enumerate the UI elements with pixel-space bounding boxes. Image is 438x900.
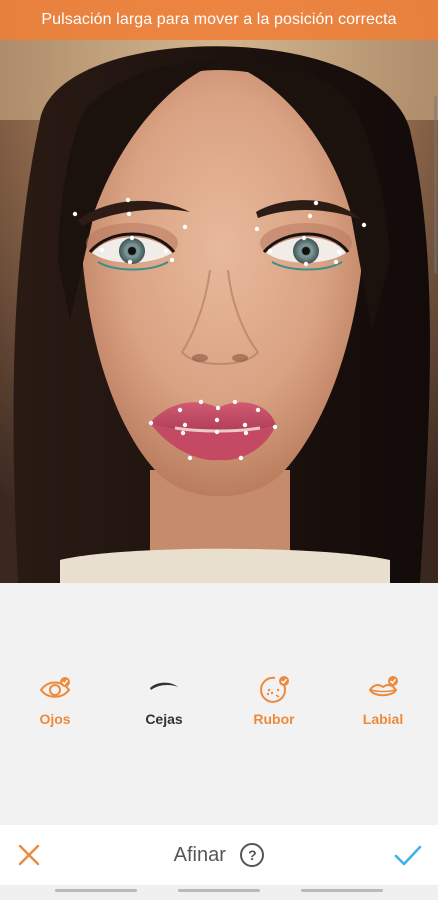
nav-back-button[interactable] — [301, 889, 383, 892]
check-icon[interactable] — [392, 840, 424, 870]
title-wrap: Afinar ? — [0, 825, 438, 885]
tool-label-rubor: Rubor — [253, 711, 295, 727]
face-photo — [0, 0, 438, 583]
page-title: Afinar — [173, 844, 226, 866]
hint-banner: Pulsación larga para mover a la posición… — [0, 0, 438, 40]
eye-check-icon — [39, 677, 71, 698]
tool-labial[interactable]: Labial — [343, 675, 423, 735]
tool-label-labial: Labial — [362, 711, 404, 727]
nav-home-button[interactable] — [178, 889, 260, 892]
makeup-tools-bar: Ojos Cejas Rubor Labial — [0, 583, 438, 825]
app-screen: Pulsación larga para mover a la posición… — [0, 0, 438, 900]
close-icon[interactable] — [14, 840, 44, 870]
tool-label-ojos: Ojos — [39, 711, 71, 727]
photo-canvas[interactable]: Pulsación larga para mover a la posición… — [0, 0, 438, 583]
nav-recents-button[interactable] — [55, 889, 137, 892]
scroll-indicator[interactable] — [434, 96, 437, 274]
eyebrow-icon — [150, 682, 178, 690]
bottom-action-bar: Afinar ? — [0, 825, 438, 885]
help-icon[interactable]: ? — [240, 843, 265, 867]
tool-ojos[interactable]: Ojos — [15, 675, 95, 735]
tool-cejas[interactable]: Cejas — [124, 675, 204, 735]
lips-check-icon — [368, 676, 398, 697]
tool-label-cejas: Cejas — [145, 711, 183, 727]
blush-check-icon — [260, 676, 289, 703]
system-nav-bar — [0, 885, 438, 900]
tool-rubor[interactable]: Rubor — [234, 675, 314, 735]
